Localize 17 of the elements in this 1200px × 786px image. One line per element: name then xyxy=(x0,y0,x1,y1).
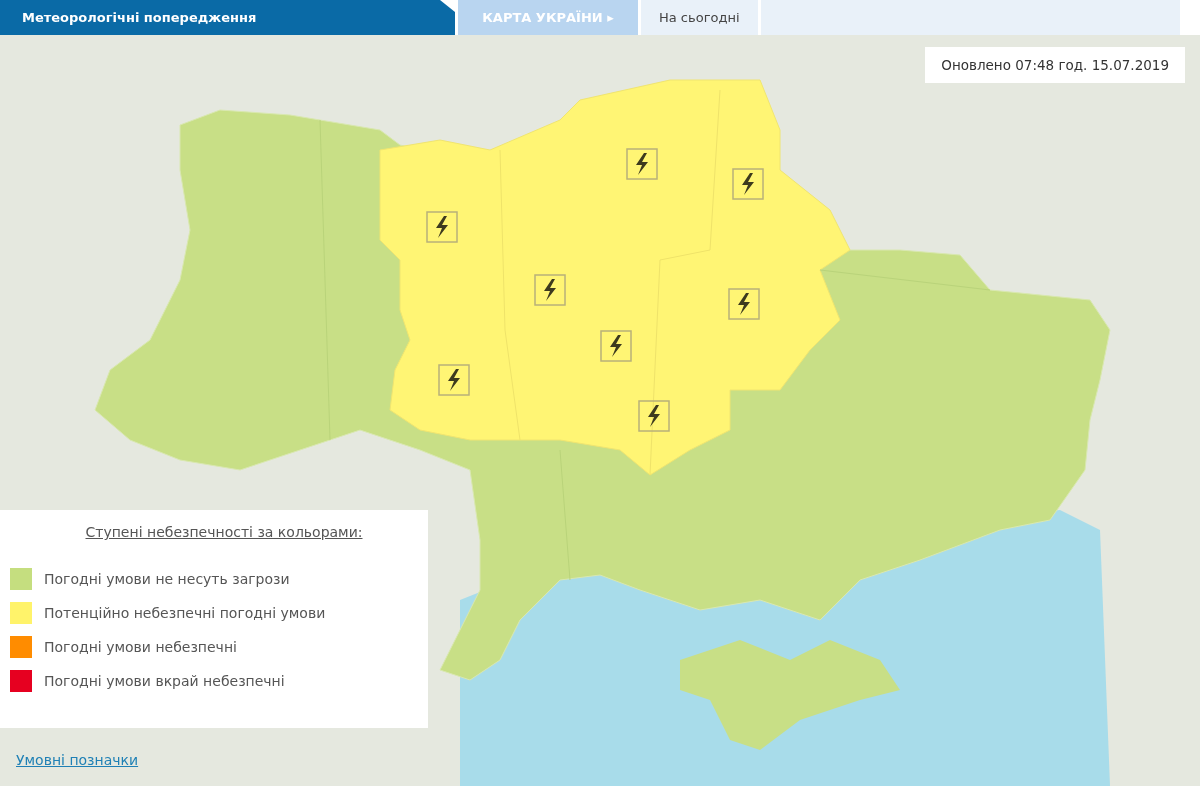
legend-label: Погодні умови вкрай небезпечні xyxy=(44,673,285,689)
updated-label: Оновлено 07:48 год. 15.07.2019 xyxy=(925,47,1185,83)
legend-label: Потенційно небезпечні погодні умови xyxy=(44,605,326,621)
tab[interactable]: На сьогодні xyxy=(641,0,758,35)
lightning-icon xyxy=(600,330,632,362)
legend-link[interactable]: Умовні позначки xyxy=(16,752,139,768)
legend-title: Ступені небезпечності за кольорами: xyxy=(84,524,364,540)
legend-label: Погодні умови небезпечні xyxy=(44,639,237,655)
lightning-icon xyxy=(426,211,458,243)
lightning-icon xyxy=(438,364,470,396)
header-title: Метеорологічні попередження xyxy=(0,0,455,35)
lightning-icon xyxy=(638,400,670,432)
lightning-icon xyxy=(626,148,658,180)
lightning-icon xyxy=(728,288,760,320)
lightning-icon xyxy=(732,168,764,200)
legend-label: Погодні умови не несуть загрози xyxy=(44,571,290,587)
lightning-icon xyxy=(534,274,566,306)
